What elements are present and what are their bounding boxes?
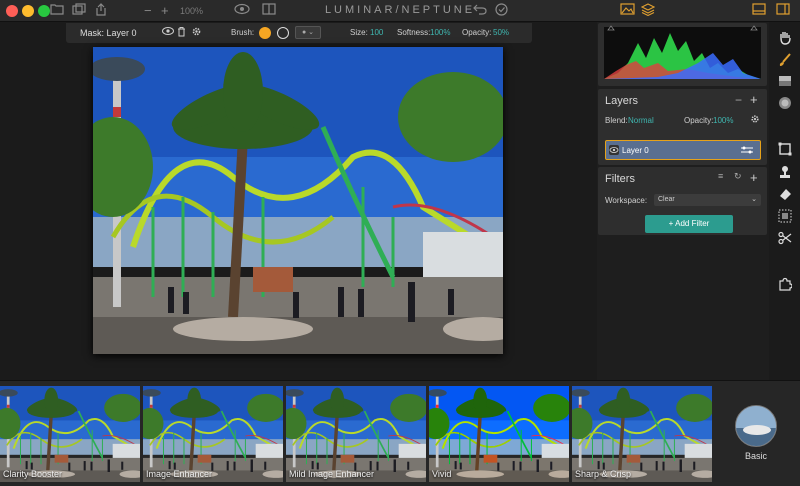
size-label: Size:	[350, 28, 368, 37]
preset-label: Image Enhancer	[146, 469, 213, 479]
size-value[interactable]: 100	[370, 28, 383, 37]
layer-name: Layer 0	[622, 146, 649, 155]
preset-category-thumbnail[interactable]	[735, 405, 777, 447]
layers-title: Layers	[605, 95, 639, 107]
eraser-icon[interactable]	[777, 187, 792, 202]
scissors-icon[interactable]	[777, 231, 792, 246]
opacity-value[interactable]: 50%	[493, 28, 509, 37]
opacity-label: Opacity:	[462, 28, 492, 37]
right-panel: Layers − + Blend: Normal Opacity: 100% L…	[597, 22, 769, 380]
layer-adjust-sliders-icon[interactable]	[740, 145, 754, 157]
mask-visibility-eye-icon[interactable]	[162, 26, 174, 38]
mask-toolbar: Mask: Layer 0 Brush: ● ⌄ Size: 100 Softn…	[66, 23, 532, 43]
layer-opacity-value[interactable]: 100%	[713, 116, 733, 125]
image-view-icon[interactable]	[620, 3, 635, 19]
add-layer-icon[interactable]: +	[750, 92, 758, 107]
blend-label: Blend:	[605, 116, 628, 125]
preset-label: Vivid	[432, 469, 452, 479]
texture-icon[interactable]	[777, 209, 792, 224]
side-panel-toggle-icon[interactable]	[776, 3, 790, 19]
layer-visibility-eye-icon[interactable]	[609, 145, 619, 155]
layer-settings-gear-icon[interactable]	[750, 114, 760, 126]
workspace-select[interactable]: Clear ⌄	[654, 194, 761, 206]
collapse-layers-icon[interactable]: −	[735, 93, 742, 107]
workspace-value: Clear	[658, 196, 675, 203]
histogram	[598, 23, 767, 86]
preset-label: Clarity Booster	[3, 469, 63, 479]
luminar-window: − + 100% LUMINAR/NEPTUNE Mask: Layer 0 B…	[0, 0, 800, 486]
mask-settings-gear-icon[interactable]	[191, 26, 202, 39]
layers-panel: Layers − + Blend: Normal Opacity: 100% L…	[598, 89, 767, 165]
filter-list-icon[interactable]: ≡	[718, 171, 723, 181]
preset-thumbnail[interactable]: Image Enhancer	[143, 386, 283, 482]
filters-title: Filters	[605, 173, 635, 185]
preset-category-label[interactable]: Basic	[720, 451, 792, 461]
layers-view-icon[interactable]	[640, 3, 656, 20]
bottom-panel-toggle-icon[interactable]	[752, 3, 766, 19]
layer-row[interactable]: Layer 0	[605, 140, 761, 160]
edited-photo[interactable]	[93, 47, 503, 354]
tool-strip	[769, 22, 800, 380]
brush-icon[interactable]	[777, 53, 792, 68]
brush-erase-mode-button[interactable]	[277, 27, 289, 39]
workspace-label: Workspace:	[605, 196, 648, 205]
brush-label: Brush:	[231, 28, 255, 37]
add-filter-icon[interactable]: +	[750, 170, 758, 185]
undo-icon[interactable]	[473, 3, 487, 19]
history-icon[interactable]	[495, 3, 508, 20]
preset-thumbnail[interactable]: Mild Image Enhancer	[286, 386, 426, 482]
softness-label: Softness:	[397, 28, 431, 37]
preset-thumbnail[interactable]: Vivid	[429, 386, 569, 482]
title-bar: − + 100% LUMINAR/NEPTUNE	[0, 0, 800, 22]
app-title: LUMINAR/NEPTUNE	[324, 4, 476, 16]
hand-icon[interactable]	[777, 30, 792, 45]
presets-strip: Clarity Booster Image Enhancer Mild Imag…	[0, 380, 800, 486]
blend-mode-value[interactable]: Normal	[628, 116, 654, 125]
add-filter-button[interactable]: + Add Filter	[645, 215, 733, 233]
preset-label: Sharp & Crisp	[575, 469, 632, 479]
preset-thumbnail[interactable]: Clarity Booster	[0, 386, 140, 482]
mask-label: Mask: Layer 0	[80, 28, 137, 38]
stamp-icon[interactable]	[777, 165, 792, 180]
layer-opacity-label: Opacity:	[684, 116, 714, 125]
gradient-icon[interactable]	[777, 75, 792, 90]
mask-trash-icon[interactable]	[177, 26, 186, 39]
preset-label: Mild Image Enhancer	[289, 469, 375, 479]
radial-icon[interactable]	[777, 96, 792, 111]
brush-options-dropdown[interactable]: ● ⌄	[295, 26, 321, 39]
filter-refresh-icon[interactable]: ↻	[734, 171, 742, 182]
filters-panel: Filters ≡ ↻ + Workspace: Clear ⌄ + Add F…	[598, 167, 767, 235]
chevron-down-icon: ⌄	[751, 196, 757, 203]
preset-thumbnail[interactable]: Sharp & Crisp	[572, 386, 712, 482]
crop-icon[interactable]	[777, 142, 792, 157]
brush-paint-mode-button[interactable]	[259, 27, 271, 39]
puzzle-icon[interactable]	[777, 277, 793, 292]
canvas-area[interactable]	[0, 44, 597, 380]
softness-value[interactable]: 100%	[430, 28, 450, 37]
